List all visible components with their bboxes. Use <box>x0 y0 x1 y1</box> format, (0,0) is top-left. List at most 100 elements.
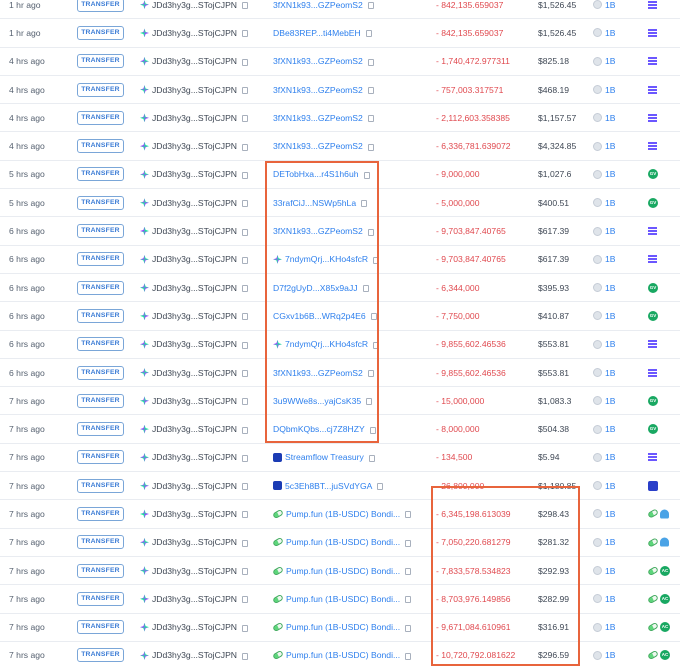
to-address[interactable]: 3fXN1k93...GZPeomS2 <box>273 113 374 123</box>
copy-icon[interactable] <box>367 370 374 377</box>
type-badge[interactable]: TRANSFER <box>77 620 124 635</box>
from-address-text[interactable]: JDd3hy3g...STojCJPN <box>152 169 237 179</box>
from-address[interactable]: JDd3hy3g...STojCJPN <box>140 141 249 151</box>
to-address-text[interactable]: Streamflow Treasury <box>285 452 364 462</box>
copy-icon[interactable] <box>242 398 249 406</box>
platform[interactable]: AC <box>647 650 670 661</box>
to-address-text[interactable]: 33rafCiJ...NSWp5hLa <box>273 198 356 208</box>
token-symbol[interactable]: 1B <box>605 254 616 264</box>
token[interactable]: 1B <box>593 537 616 547</box>
token-symbol[interactable]: 1B <box>605 226 616 236</box>
copy-icon[interactable] <box>242 30 249 38</box>
to-address-text[interactable]: DETobHxa...r4S1h6uh <box>273 169 359 179</box>
copy-icon[interactable] <box>242 511 249 519</box>
type-badge[interactable]: TRANSFER <box>77 648 124 663</box>
to-address-text[interactable]: 3fXN1k93...GZPeomS2 <box>273 226 363 236</box>
token-symbol[interactable]: 1B <box>605 28 616 38</box>
token[interactable]: 1B <box>593 311 616 321</box>
to-address-text[interactable]: Pump.fun (1B-USDC) Bondi... <box>286 509 400 519</box>
to-address[interactable]: 3u9WWe8s...yajCsK35 <box>273 396 373 406</box>
type-badge[interactable]: TRANSFER <box>77 167 124 182</box>
to-address-text[interactable]: Pump.fun (1B-USDC) Bondi... <box>286 537 400 547</box>
copy-icon[interactable] <box>242 58 249 66</box>
platform[interactable] <box>648 255 657 264</box>
copy-icon[interactable] <box>369 426 376 434</box>
platform[interactable] <box>648 480 658 491</box>
to-address-text[interactable]: 3fXN1k93...GZPeomS2 <box>273 85 363 95</box>
to-address-text[interactable]: 3fXN1k93...GZPeomS2 <box>273 0 363 10</box>
copy-icon[interactable] <box>366 398 373 406</box>
type-badge[interactable]: TRANSFER <box>77 563 124 578</box>
platform[interactable] <box>647 508 669 520</box>
copy-icon[interactable] <box>367 143 374 151</box>
token-symbol[interactable]: 1B <box>605 368 616 378</box>
from-address-text[interactable]: JDd3hy3g...STojCJPN <box>152 113 237 123</box>
to-address[interactable]: 3fXN1k93...GZPeomS2 <box>273 141 374 151</box>
from-address-text[interactable]: JDd3hy3g...STojCJPN <box>152 537 237 547</box>
platform[interactable]: AC <box>647 622 670 633</box>
from-address[interactable]: JDd3hy3g...STojCJPN <box>140 226 249 236</box>
copy-icon[interactable] <box>405 624 412 632</box>
token-symbol[interactable]: 1B <box>605 481 616 491</box>
copy-icon[interactable] <box>361 200 368 208</box>
copy-icon[interactable] <box>242 228 249 236</box>
token[interactable]: 1B <box>593 452 616 462</box>
from-address[interactable]: JDd3hy3g...STojCJPN <box>140 85 249 95</box>
token[interactable]: 1B <box>593 424 616 434</box>
to-address-text[interactable]: Pump.fun (1B-USDC) Bondi... <box>286 566 400 576</box>
platform[interactable] <box>648 453 657 462</box>
copy-icon[interactable] <box>365 30 372 38</box>
type-badge[interactable]: TRANSFER <box>77 0 124 12</box>
token[interactable]: 1B <box>593 0 616 10</box>
type-badge[interactable]: TRANSFER <box>77 506 124 521</box>
from-address[interactable]: JDd3hy3g...STojCJPN <box>140 254 249 264</box>
type-badge[interactable]: TRANSFER <box>77 393 124 408</box>
copy-icon[interactable] <box>242 87 249 95</box>
from-address-text[interactable]: JDd3hy3g...STojCJPN <box>152 368 237 378</box>
from-address-text[interactable]: JDd3hy3g...STojCJPN <box>152 424 237 434</box>
from-address[interactable]: JDd3hy3g...STojCJPN <box>140 566 249 576</box>
type-badge[interactable]: TRANSFER <box>77 478 124 493</box>
copy-icon[interactable] <box>242 256 249 264</box>
token-symbol[interactable]: 1B <box>605 537 616 547</box>
type-badge[interactable]: TRANSFER <box>77 450 124 465</box>
from-address[interactable]: JDd3hy3g...STojCJPN <box>140 594 249 604</box>
to-address-text[interactable]: 3fXN1k93...GZPeomS2 <box>273 141 363 151</box>
to-address[interactable]: DETobHxa...r4S1h6uh <box>273 169 370 179</box>
from-address-text[interactable]: JDd3hy3g...STojCJPN <box>152 650 237 660</box>
platform[interactable]: GV <box>648 282 658 293</box>
copy-icon[interactable] <box>242 2 249 10</box>
platform[interactable] <box>648 57 657 66</box>
from-address[interactable]: JDd3hy3g...STojCJPN <box>140 28 249 38</box>
from-address[interactable]: JDd3hy3g...STojCJPN <box>140 0 249 10</box>
type-badge[interactable]: TRANSFER <box>77 252 124 267</box>
type-badge[interactable]: TRANSFER <box>77 308 124 323</box>
token[interactable]: 1B <box>593 481 616 491</box>
to-address[interactable]: Pump.fun (1B-USDC) Bondi... <box>272 593 412 604</box>
copy-icon[interactable] <box>367 87 374 95</box>
to-address[interactable]: 3fXN1k93...GZPeomS2 <box>273 226 374 236</box>
copy-icon[interactable] <box>370 313 377 321</box>
token-symbol[interactable]: 1B <box>605 594 616 604</box>
token[interactable]: 1B <box>593 339 616 349</box>
to-address[interactable]: 3fXN1k93...GZPeomS2 <box>273 0 374 10</box>
copy-icon[interactable] <box>242 596 249 604</box>
to-address[interactable]: CGxv1b6B...WRq2p4E6 <box>273 311 377 321</box>
token-symbol[interactable]: 1B <box>605 311 616 321</box>
token[interactable]: 1B <box>593 169 616 179</box>
type-badge[interactable]: TRANSFER <box>77 82 124 97</box>
type-badge[interactable]: TRANSFER <box>77 54 124 69</box>
from-address[interactable]: JDd3hy3g...STojCJPN <box>140 169 249 179</box>
from-address[interactable]: JDd3hy3g...STojCJPN <box>140 622 249 632</box>
from-address[interactable]: JDd3hy3g...STojCJPN <box>140 113 249 123</box>
from-address[interactable]: JDd3hy3g...STojCJPN <box>140 311 249 321</box>
to-address-text[interactable]: Pump.fun (1B-USDC) Bondi... <box>286 622 400 632</box>
token-symbol[interactable]: 1B <box>605 650 616 660</box>
token-symbol[interactable]: 1B <box>605 566 616 576</box>
platform[interactable]: GV <box>648 197 658 208</box>
from-address-text[interactable]: JDd3hy3g...STojCJPN <box>152 594 237 604</box>
type-badge[interactable]: TRANSFER <box>77 25 124 40</box>
copy-icon[interactable] <box>405 652 412 660</box>
from-address[interactable]: JDd3hy3g...STojCJPN <box>140 537 249 547</box>
token[interactable]: 1B <box>593 28 616 38</box>
